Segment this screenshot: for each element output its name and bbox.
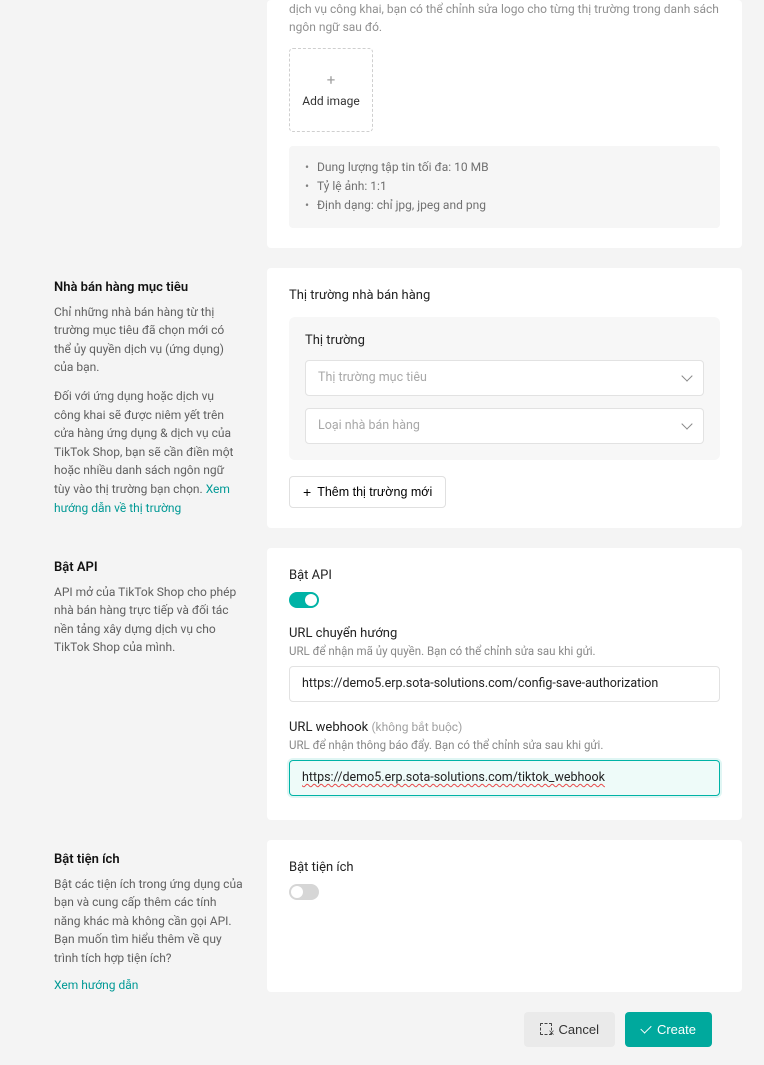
plus-icon: + (327, 73, 336, 88)
add-image-button[interactable]: + Add image (289, 48, 373, 132)
create-label: Create (657, 1022, 696, 1037)
select-placeholder: Loại nhà bán hàng (318, 418, 420, 433)
chevron-down-icon (681, 418, 692, 429)
target-seller-desc: Chỉ những nhà bán hàng từ thị trường mục… (54, 303, 243, 377)
notice-item: Tỷ lệ ảnh: 1:1 (305, 177, 704, 196)
api-toggle[interactable] (289, 592, 319, 608)
add-market-label: Thêm thị trường mới (317, 485, 432, 499)
redirect-url-input[interactable] (289, 666, 720, 702)
widget-guide-link[interactable]: Xem hướng dẫn (54, 978, 243, 992)
widget-toggle-label: Bật tiện ích (289, 860, 720, 875)
market-label: Thị trường (305, 333, 704, 348)
api-desc: API mở của TikTok Shop cho phép nhà bán … (54, 583, 243, 657)
cancel-icon (540, 1023, 553, 1036)
target-seller-desc2: Đối với ứng dụng hoặc dịch vụ công khai … (54, 387, 243, 517)
plus-icon: + (303, 485, 311, 499)
target-seller-title: Nhà bán hàng mục tiêu (54, 280, 243, 295)
footer-actions: Cancel Create (0, 1000, 764, 1065)
add-image-label: Add image (302, 94, 359, 108)
notice-item: Dung lượng tập tin tối đa: 10 MB (305, 158, 704, 177)
target-market-select[interactable]: Thị trường mục tiêu (305, 360, 704, 396)
add-market-button[interactable]: + Thêm thị trường mới (289, 476, 446, 508)
check-icon (640, 1022, 651, 1033)
widget-desc: Bật các tiện ích trong ứng dụng của bạn … (54, 875, 243, 968)
redirect-url-label: URL chuyển hướng (289, 626, 720, 641)
select-placeholder: Thị trường mục tiêu (318, 370, 427, 385)
seller-market-title: Thị trường nhà bán hàng (289, 288, 720, 303)
widget-toggle[interactable] (289, 884, 319, 900)
webhook-url-input[interactable]: https://demo5.erp.sota-solutions.com/tik… (289, 760, 720, 796)
notice-item: Định dạng: chỉ jpg, jpeg and png (305, 196, 704, 215)
create-button[interactable]: Create (625, 1012, 712, 1047)
redirect-url-hint: URL để nhận mã ủy quyền. Bạn có thể chỉn… (289, 644, 720, 658)
seller-type-select[interactable]: Loại nhà bán hàng (305, 408, 704, 444)
upload-truncated-text: dịch vụ công khai, bạn có thể chỉnh sửa … (289, 0, 720, 36)
market-block: Thị trường Thị trường mục tiêu Loại nhà … (289, 317, 720, 460)
upload-notice: Dung lượng tập tin tối đa: 10 MB Tỷ lệ ả… (289, 146, 720, 228)
webhook-url-label: URL webhook (không bắt buộc) (289, 720, 720, 735)
chevron-down-icon (681, 370, 692, 381)
cancel-button[interactable]: Cancel (524, 1012, 615, 1047)
widget-title: Bật tiện ích (54, 852, 243, 867)
webhook-url-hint: URL để nhận thông báo đẩy. Bạn có thể ch… (289, 738, 720, 752)
cancel-label: Cancel (559, 1022, 599, 1037)
api-title: Bật API (54, 560, 243, 575)
api-toggle-label: Bật API (289, 568, 720, 583)
